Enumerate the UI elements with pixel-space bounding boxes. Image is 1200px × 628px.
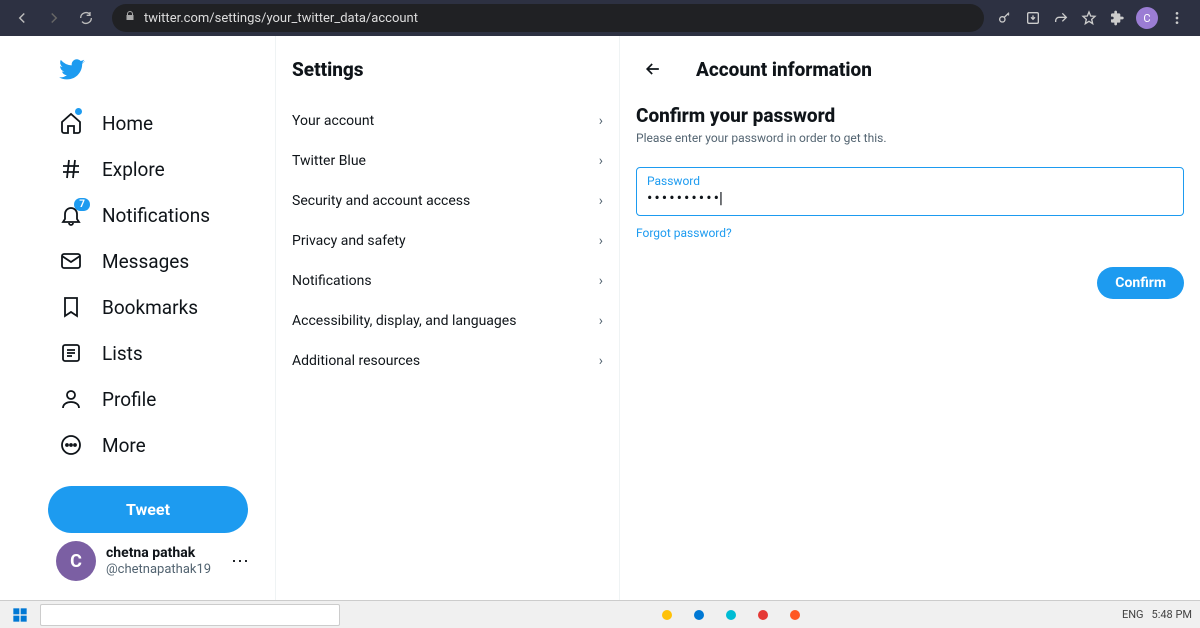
nav-label: Lists <box>102 342 143 365</box>
confirm-password-subtext: Please enter your password in order to g… <box>636 131 1184 145</box>
forward-button[interactable] <box>40 4 68 32</box>
twitter-logo[interactable] <box>48 44 257 100</box>
settings-item-privacy[interactable]: Privacy and safety› <box>276 221 619 261</box>
taskbar-app-icon[interactable] <box>655 603 679 627</box>
nav-more[interactable]: More <box>48 422 257 468</box>
home-icon <box>58 110 84 136</box>
nav-label: Explore <box>102 158 165 181</box>
nav-home[interactable]: Home <box>48 100 257 146</box>
url-text: twitter.com/settings/your_twitter_data/a… <box>144 11 418 26</box>
chevron-right-icon: › <box>599 233 603 249</box>
settings-item-twitter-blue[interactable]: Twitter Blue› <box>276 141 619 181</box>
account-handle: @chetnapathak19 <box>106 562 211 578</box>
taskbar-app-icon[interactable] <box>719 603 743 627</box>
chevron-right-icon: › <box>599 193 603 209</box>
nav-label: Profile <box>102 388 156 411</box>
bell-icon: 7 <box>58 202 84 228</box>
nav-profile[interactable]: Profile <box>48 376 257 422</box>
nav-explore[interactable]: Explore <box>48 146 257 192</box>
password-input[interactable]: •••••••••• <box>647 188 1173 207</box>
nav-label: Bookmarks <box>102 296 198 319</box>
taskbar-app-icon[interactable] <box>783 603 807 627</box>
install-icon[interactable] <box>1024 9 1042 27</box>
settings-item-security[interactable]: Security and account access› <box>276 181 619 221</box>
person-icon <box>58 386 84 412</box>
account-name: chetna pathak <box>106 545 211 562</box>
nav-label: Messages <box>102 250 189 273</box>
notification-badge: 7 <box>74 198 90 211</box>
settings-item-your-account[interactable]: Your account› <box>276 101 619 141</box>
primary-nav: Home Explore 7 Notifications Messages Bo… <box>0 36 275 600</box>
browser-profile-avatar[interactable]: C <box>1136 7 1158 29</box>
chevron-right-icon: › <box>599 353 603 369</box>
confirm-password-heading: Confirm your password <box>636 104 1184 127</box>
nav-messages[interactable]: Messages <box>48 238 257 284</box>
nav-label: More <box>102 434 146 457</box>
nav-lists[interactable]: Lists <box>48 330 257 376</box>
extensions-icon[interactable] <box>1108 9 1126 27</box>
tweet-button[interactable]: Tweet <box>48 486 248 533</box>
more-circle-icon <box>58 432 84 458</box>
taskbar-app-icon[interactable] <box>751 603 775 627</box>
confirm-button[interactable]: Confirm <box>1097 267 1184 299</box>
settings-item-accessibility[interactable]: Accessibility, display, and languages› <box>276 301 619 341</box>
settings-list: Settings Your account› Twitter Blue› Sec… <box>275 36 620 600</box>
taskbar-time[interactable]: 5:48 PM <box>1152 608 1192 621</box>
password-field[interactable]: Password •••••••••• <box>636 167 1184 216</box>
star-icon[interactable] <box>1080 9 1098 27</box>
windows-taskbar: ENG 5:48 PM <box>0 600 1200 628</box>
nav-notifications[interactable]: 7 Notifications <box>48 192 257 238</box>
back-arrow-button[interactable] <box>636 52 670 86</box>
envelope-icon <box>58 248 84 274</box>
more-icon: ⋯ <box>231 551 249 572</box>
forgot-password-link[interactable]: Forgot password? <box>636 226 732 240</box>
taskbar-language[interactable]: ENG <box>1122 608 1144 621</box>
taskbar-search[interactable] <box>40 604 340 626</box>
lock-icon <box>124 10 136 26</box>
chevron-right-icon: › <box>599 153 603 169</box>
account-switcher[interactable]: C chetna pathak @chetnapathak19 ⋯ <box>48 533 257 589</box>
share-icon[interactable] <box>1052 9 1070 27</box>
settings-item-resources[interactable]: Additional resources› <box>276 341 619 381</box>
nav-label: Home <box>102 112 153 135</box>
address-bar[interactable]: twitter.com/settings/your_twitter_data/a… <box>112 4 984 32</box>
back-button[interactable] <box>8 4 36 32</box>
key-icon[interactable] <box>996 9 1014 27</box>
list-icon <box>58 340 84 366</box>
bookmark-icon <box>58 294 84 320</box>
settings-detail: Account information Confirm your passwor… <box>620 36 1200 600</box>
nav-bookmarks[interactable]: Bookmarks <box>48 284 257 330</box>
taskbar-app-icon[interactable] <box>687 603 711 627</box>
browser-menu-icon[interactable] <box>1168 9 1186 27</box>
password-label: Password <box>647 174 1173 188</box>
settings-item-notifications[interactable]: Notifications› <box>276 261 619 301</box>
reload-button[interactable] <box>72 4 100 32</box>
nav-label: Notifications <box>102 204 210 227</box>
browser-toolbar: twitter.com/settings/your_twitter_data/a… <box>0 0 1200 36</box>
chevron-right-icon: › <box>599 313 603 329</box>
start-button[interactable] <box>8 603 32 627</box>
settings-heading: Settings <box>276 46 619 101</box>
chevron-right-icon: › <box>599 113 603 129</box>
chevron-right-icon: › <box>599 273 603 289</box>
detail-title: Account information <box>696 58 872 81</box>
avatar: C <box>56 541 96 581</box>
hash-icon <box>58 156 84 182</box>
